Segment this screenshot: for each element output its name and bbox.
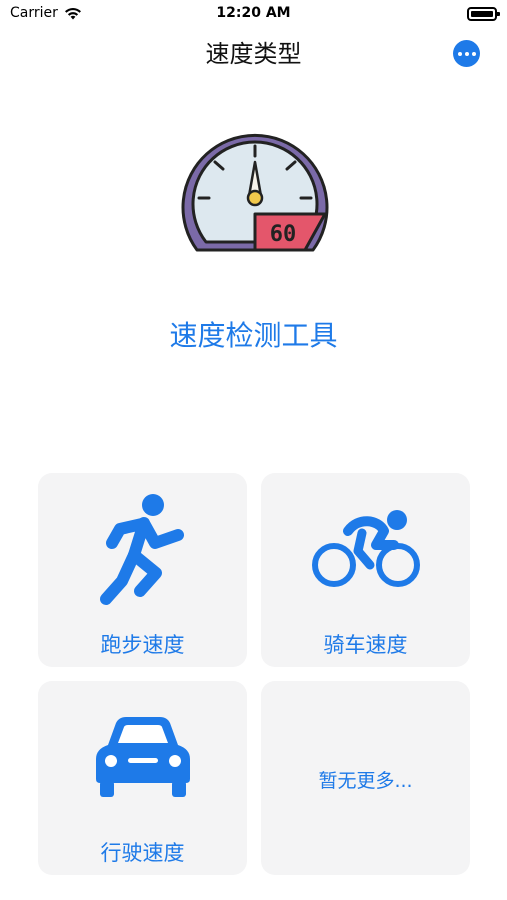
- gauge-value: 60: [270, 222, 297, 247]
- cycling-speed-label: 骑车速度: [323, 633, 408, 657]
- battery-icon: [467, 7, 500, 21]
- running-speed-card[interactable]: 跑步速度: [38, 473, 247, 667]
- running-icon-wrap: [38, 491, 247, 607]
- car-icon: [95, 717, 190, 797]
- more-icon: [471, 51, 476, 56]
- no-more-label: 暂无更多...: [318, 770, 413, 792]
- driving-speed-card[interactable]: 行驶速度: [38, 681, 247, 875]
- car-icon-wrap: [38, 713, 247, 799]
- speedometer-icon: 60: [181, 133, 329, 252]
- running-icon: [99, 494, 184, 605]
- more-icon: [464, 51, 469, 56]
- status-bar: Carrier 12:20 AM: [0, 0, 507, 28]
- no-more-card: 暂无更多...: [261, 681, 470, 875]
- cycling-icon: [311, 510, 420, 587]
- page-title: 速度类型: [205, 40, 302, 68]
- cycling-speed-card[interactable]: 骑车速度: [261, 473, 470, 667]
- more-button[interactable]: [453, 40, 480, 67]
- more-icon: [457, 51, 462, 56]
- status-time: 12:20 AM: [216, 5, 291, 21]
- cycling-icon-wrap: [261, 509, 470, 591]
- tool-title: 速度检测工具: [169, 319, 338, 352]
- running-speed-label: 跑步速度: [100, 633, 185, 657]
- driving-speed-label: 行驶速度: [100, 841, 185, 865]
